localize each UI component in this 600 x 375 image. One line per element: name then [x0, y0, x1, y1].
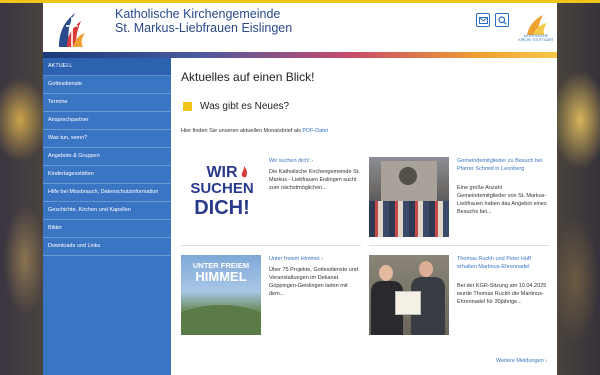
news-thumbnail[interactable] [369, 255, 449, 335]
sidebar-item-gottesdienste[interactable]: Gottesdienste [43, 76, 171, 94]
site-title[interactable]: Katholische Kirchengemeinde St. Markus-L… [115, 7, 292, 35]
sidebar-item-angebote[interactable]: Angebote & Gruppen [43, 148, 171, 166]
divider [181, 245, 361, 246]
chevron-right-icon: › [545, 358, 547, 364]
news-thumbnail[interactable]: WIR SUCHEN DICH! [181, 157, 261, 237]
news-card[interactable]: WIR SUCHEN DICH! Wir suchen dich! › Die … [181, 157, 361, 246]
sidebar-item-was-tun[interactable]: Was tun, wenn? [43, 130, 171, 148]
sidebar-item-termine[interactable]: Termine [43, 94, 171, 112]
chevron-right-icon: › [311, 158, 314, 164]
news-card-text: Eine große Anzahl Gemeindemitglieder von… [457, 185, 547, 215]
sidebar-item-kitas[interactable]: Kindertagesstätten [43, 166, 171, 184]
more-news-link[interactable]: Weitere Meldungen › [496, 358, 547, 364]
news-card-text: Die Katholische Kirchengemeinde St. Mark… [269, 169, 360, 191]
diocese-logo-text: KATHOLISCHE KIRCHE STUTTGART [518, 34, 554, 42]
group-of-people-shape [369, 201, 449, 237]
search-icon [497, 15, 507, 25]
sidebar-item-missbrauch[interactable]: Hilfe bei Missbrauch, Datenschutzinforma… [43, 184, 171, 202]
site-title-line2: St. Markus-Liebfrauen Eislingen [115, 21, 293, 35]
news-card-title: Gemeindemitglieder zu Besuch bei Pfarrer… [457, 158, 543, 172]
more-news-label: Weitere Meldungen [496, 358, 544, 364]
heading-square-icon [183, 102, 192, 111]
news-card-text: Bei der KGR-Sitzung am 10.04.2025 wurde … [457, 283, 547, 305]
hills-shape [181, 305, 261, 335]
main-content: Aktuelles auf einen Blick! Was gibt es N… [171, 58, 557, 375]
mail-button[interactable] [476, 13, 490, 27]
sidebar-nav: AKTUELL Gottesdienste Termine Ansprechpa… [43, 58, 171, 375]
divider [369, 245, 549, 246]
news-card-title: Thomas Ruckh und Peter Huff erhalten Mar… [457, 256, 531, 270]
news-heading: Was gibt es Neues? [183, 101, 289, 112]
sidebar-item-aktuell[interactable]: AKTUELL [43, 58, 171, 76]
news-card-title-link[interactable]: Wir suchen dich! › [269, 157, 361, 165]
certificate-shape [395, 291, 421, 315]
news-card-title-link[interactable]: Gemeindemitglieder zu Besuch bei Pfarrer… [457, 157, 549, 173]
news-card[interactable]: Thomas Ruckh und Peter Huff erhalten Mar… [369, 255, 549, 339]
flame-icon [241, 166, 248, 178]
church-window-shape [399, 167, 417, 185]
intro-text: Hier finden Sie unseren aktuellen Monats… [181, 128, 328, 134]
news-card-title: Unter freiem Himmel [269, 256, 320, 262]
pdf-link[interactable]: PDF-Datei [302, 128, 328, 134]
search-button[interactable] [495, 13, 509, 27]
header: Katholische Kirchengemeinde St. Markus-L… [43, 3, 557, 52]
intro-text-label: Hier finden Sie unseren aktuellen Monats… [181, 128, 301, 134]
parish-logo[interactable] [53, 7, 91, 51]
news-thumbnail[interactable]: UNTER FREIEM HIMMEL [181, 255, 261, 335]
news-card-text: Über 75 Projekte, Gottesdienste und Vera… [269, 267, 358, 297]
news-card[interactable]: UNTER FREIEM HIMMEL Unter freiem Himmel … [181, 255, 361, 339]
news-card-title: Wir suchen dich! [269, 158, 310, 164]
news-thumbnail[interactable] [369, 157, 449, 237]
news-card[interactable]: Gemeindemitglieder zu Besuch bei Pfarrer… [369, 157, 549, 246]
mail-icon [478, 16, 488, 24]
thumb-text-dich: DICH! [194, 197, 250, 219]
sidebar-item-downloads[interactable]: Downloads und Links [43, 238, 171, 256]
news-card-title-link[interactable]: Unter freiem Himmel › [269, 255, 361, 263]
page-title: Aktuelles auf einen Blick! [181, 70, 315, 84]
sidebar-item-bilder[interactable]: Bilder [43, 220, 171, 238]
sidebar-item-geschichte[interactable]: Geschichte, Kirchen und Kapellen [43, 202, 171, 220]
news-heading-text: Was gibt es Neues? [200, 101, 290, 112]
news-card-title-link[interactable]: Thomas Ruckh und Peter Huff erhalten Mar… [457, 255, 549, 271]
person-right-head [419, 261, 433, 277]
thumb-text-himmel: HIMMEL [195, 269, 247, 284]
chevron-right-icon: › [320, 256, 323, 262]
sidebar-item-ansprechpartner[interactable]: Ansprechpartner [43, 112, 171, 130]
site-title-line1: Katholische Kirchengemeinde [115, 7, 281, 21]
thumb-text-suchen: SUCHEN [190, 180, 254, 197]
person-left-head [379, 265, 393, 281]
